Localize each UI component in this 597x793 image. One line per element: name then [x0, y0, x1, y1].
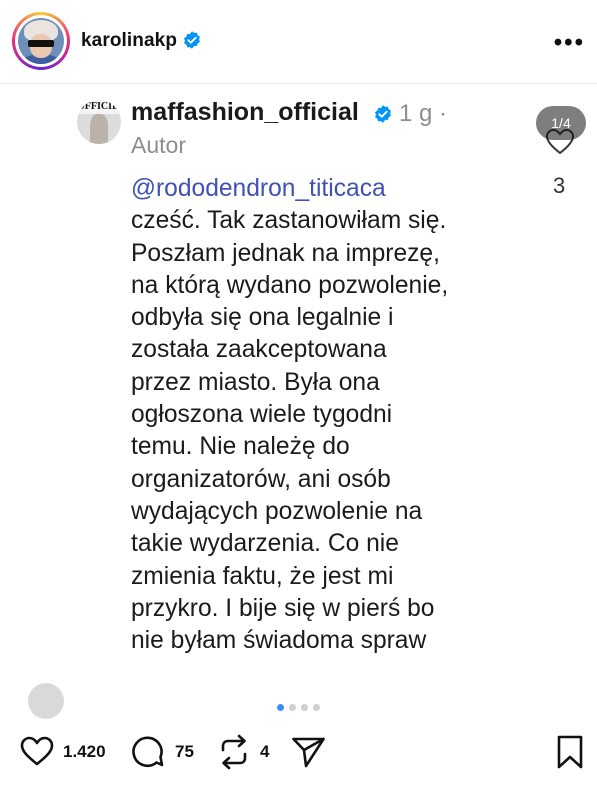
comment-avatar[interactable]: OFFICIEL	[77, 100, 121, 144]
comment-time: 1 g ·	[399, 100, 448, 127]
profile-avatar[interactable]	[12, 12, 70, 70]
carousel-dot[interactable]	[301, 704, 308, 711]
more-options-icon[interactable]: •••	[554, 29, 585, 57]
comment-bubble-icon[interactable]	[131, 735, 165, 769]
carousel-counter: 1/4	[536, 106, 586, 140]
action-bar: 1.420 75 4	[0, 722, 597, 793]
share-send-icon[interactable]	[291, 736, 326, 769]
comments-count[interactable]: 75	[175, 742, 194, 762]
comment-author-label: Autor	[131, 132, 186, 158]
carousel-dot[interactable]	[277, 704, 284, 711]
carousel-dot[interactable]	[289, 704, 296, 711]
likes-count[interactable]: 1.420	[63, 742, 106, 762]
reposts-count[interactable]: 4	[260, 742, 269, 762]
comment-like-count: 3	[553, 173, 566, 198]
comment-body: cześć. Tak zastanowiłam się. Poszłam jed…	[131, 207, 449, 655]
avatar-glasses	[28, 40, 54, 47]
repost-icon[interactable]	[217, 734, 251, 770]
bookmark-icon[interactable]	[556, 735, 584, 769]
avatar-inner	[15, 15, 67, 67]
post-header: karolinakp •••	[0, 0, 597, 84]
comment-text: @rododendron_titicaca cześć. Tak zastanow…	[131, 173, 501, 657]
comment-verified-icon	[375, 105, 391, 123]
avatar-magazine-title: OFFICIEL	[77, 100, 121, 114]
carousel-dots	[0, 704, 597, 716]
carousel-dot[interactable]	[313, 704, 320, 711]
avatar-image	[18, 18, 64, 64]
comment-username[interactable]: maffashion_official	[131, 98, 359, 127]
mention-link[interactable]: @rododendron_titicaca	[131, 173, 501, 205]
avatar-figure	[90, 114, 108, 144]
header-username[interactable]: karolinakp	[81, 30, 177, 52]
like-heart-icon[interactable]	[20, 736, 54, 767]
verified-badge-icon	[184, 31, 200, 49]
